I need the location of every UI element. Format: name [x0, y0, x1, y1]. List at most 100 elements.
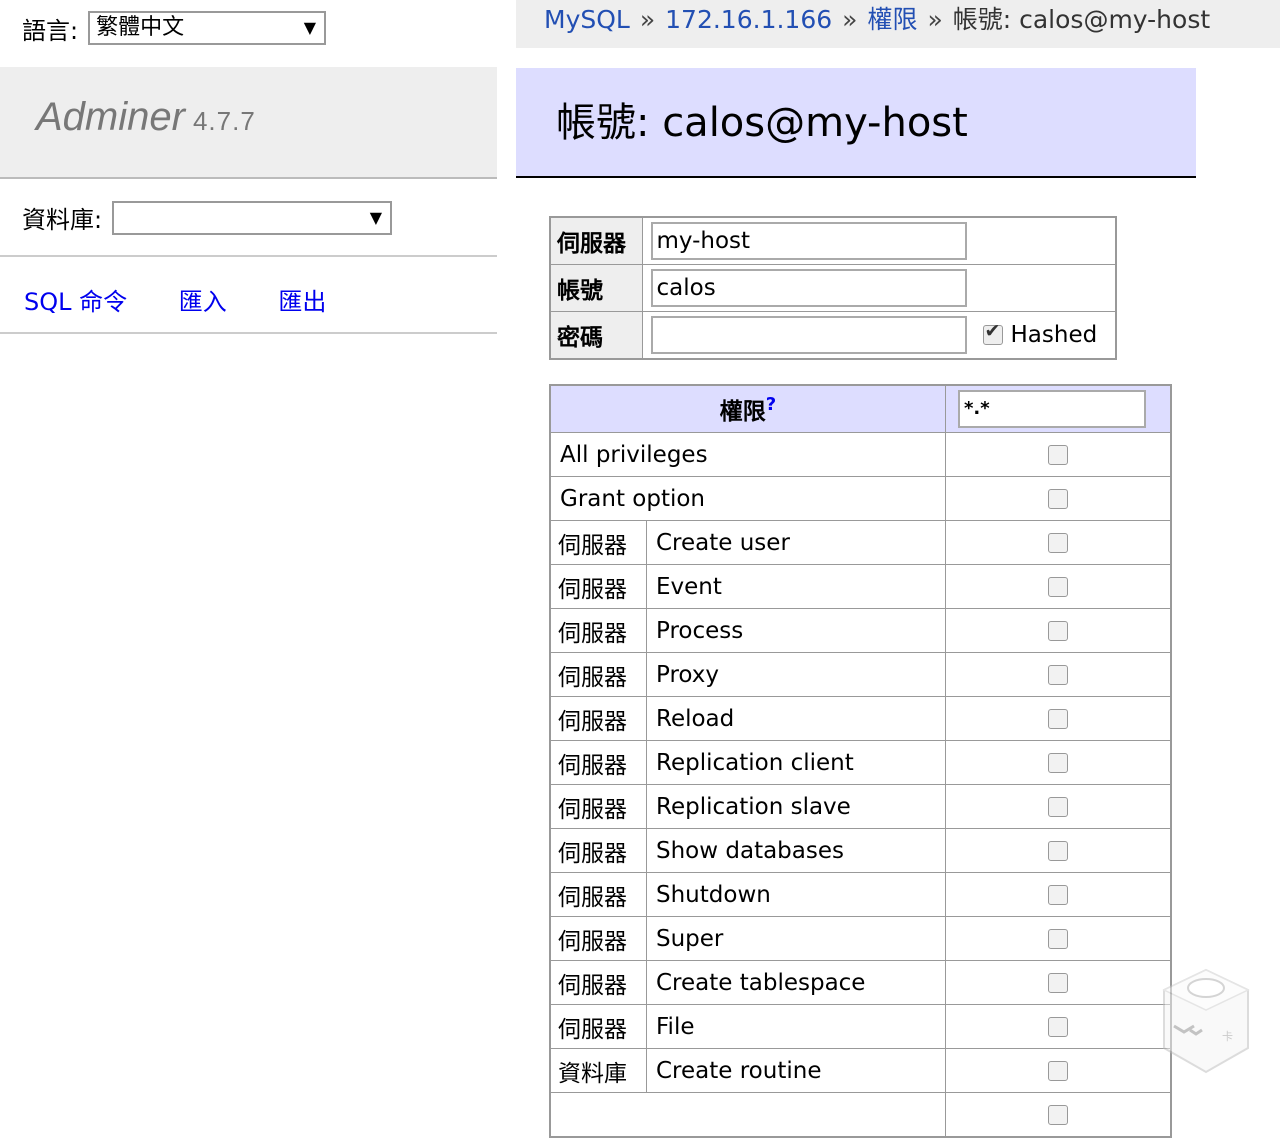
privilege-checkbox[interactable] — [1048, 885, 1068, 905]
privilege-checkbox[interactable] — [1048, 753, 1068, 773]
privilege-checkbox[interactable] — [1048, 445, 1068, 465]
server-label: 伺服器 — [549, 216, 643, 265]
user-input[interactable]: calos — [650, 269, 967, 307]
app-name: Adminer — [36, 95, 185, 139]
chevron-down-icon: ▼ — [303, 18, 317, 37]
object-input[interactable]: *.* — [958, 390, 1146, 428]
breadcrumb-separator: » — [927, 5, 943, 34]
import-link[interactable]: 匯入 — [179, 288, 227, 316]
database-selector: 資料庫: ▼ — [22, 200, 393, 235]
privilege-row — [549, 1092, 1172, 1138]
privilege-context: 伺服器 — [549, 608, 647, 653]
privilege-checkbox-cell — [945, 960, 1172, 1005]
user-cell: calos — [641, 264, 1116, 312]
sql-command-link[interactable]: SQL 命令 — [24, 288, 127, 316]
user-row: 帳號 calos — [549, 264, 1116, 312]
privilege-checkbox-cell — [945, 520, 1172, 565]
privilege-checkbox[interactable] — [1048, 709, 1068, 729]
privilege-name: Create tablespace — [646, 960, 946, 1005]
chevron-down-icon: ▼ — [369, 207, 383, 227]
privilege-row: Grant option — [549, 476, 1172, 521]
privilege-checkbox-cell — [945, 872, 1172, 917]
breadcrumb-driver[interactable]: MySQL — [544, 5, 630, 34]
privilege-checkbox-cell — [945, 1092, 1172, 1138]
privilege-checkbox[interactable] — [1048, 489, 1068, 509]
privilege-name: All privileges — [549, 432, 946, 477]
privilege-row: 伺服器 File — [549, 1004, 1172, 1049]
privilege-row: 伺服器 Replication client — [549, 740, 1172, 785]
privilege-checkbox[interactable] — [1048, 973, 1068, 993]
privilege-context: 伺服器 — [549, 960, 647, 1005]
privilege-name: Replication client — [646, 740, 946, 785]
privilege-checkbox[interactable] — [1048, 533, 1068, 553]
privilege-checkbox[interactable] — [1048, 1017, 1068, 1037]
privileges-table: 權限? *.* All privileges Grant option 伺服器 Cre… — [549, 384, 1172, 1138]
page-title: 帳號: calos@my-host — [516, 68, 1196, 178]
privilege-context: 伺服器 — [549, 740, 647, 785]
privilege-checkbox[interactable] — [1048, 841, 1068, 861]
account-form: 伺服器 my-host 帳號 calos 密碼 Hashed — [549, 216, 1117, 360]
language-label: 語言: — [22, 16, 79, 45]
privilege-name: Grant option — [549, 476, 946, 521]
help-link[interactable]: ? — [766, 394, 776, 415]
breadcrumb-current: 帳號: calos@my-host — [952, 5, 1211, 34]
privilege-checkbox[interactable] — [1048, 1061, 1068, 1081]
breadcrumb-separator: » — [639, 5, 656, 34]
app-version: 4.7.7 — [192, 106, 256, 136]
privilege-context: 伺服器 — [549, 564, 647, 609]
privilege-checkbox[interactable] — [1048, 1105, 1068, 1125]
privilege-checkbox[interactable] — [1048, 621, 1068, 641]
svg-text:卡: 卡 — [1222, 1030, 1233, 1043]
server-cell: my-host — [641, 216, 1116, 265]
privilege-checkbox-cell — [945, 476, 1172, 521]
privilege-row: 伺服器 Replication slave — [549, 784, 1172, 829]
privilege-name: Reload — [646, 696, 946, 741]
privilege-checkbox[interactable] — [1048, 577, 1068, 597]
database-label: 資料庫: — [22, 206, 103, 234]
privilege-row: 伺服器 Super — [549, 916, 1172, 961]
privilege-context: 伺服器 — [549, 696, 647, 741]
hashed-checkbox[interactable] — [982, 320, 1003, 345]
language-select-value: 繁體中文 — [96, 15, 185, 40]
language-select[interactable]: 繁體中文 ▼ — [88, 11, 327, 45]
privilege-name — [549, 1092, 946, 1138]
app-logo-area: Adminer 4.7.7 — [0, 67, 497, 179]
hashed-label: Hashed — [1010, 322, 1098, 348]
privilege-name: File — [646, 1004, 946, 1049]
password-input[interactable] — [650, 316, 967, 354]
privilege-row: 資料庫 Create routine — [549, 1048, 1172, 1093]
language-selector: 語言: 繁體中文 ▼ — [22, 10, 327, 46]
privilege-name: Proxy — [646, 652, 946, 697]
app-logo[interactable]: Adminer 4.7.7 — [36, 95, 256, 140]
privilege-row: 伺服器 Show databases — [549, 828, 1172, 873]
privilege-context: 伺服器 — [549, 872, 647, 917]
privilege-row: All privileges — [549, 432, 1172, 477]
privilege-checkbox-cell — [945, 784, 1172, 829]
breadcrumb-server[interactable]: 172.16.1.166 — [665, 5, 832, 34]
privilege-context: 伺服器 — [549, 520, 647, 565]
privilege-context: 伺服器 — [549, 828, 647, 873]
privilege-checkbox[interactable] — [1048, 797, 1068, 817]
privileges-header-label: 權限 — [719, 399, 766, 425]
privilege-checkbox-cell — [945, 608, 1172, 653]
privilege-row: 伺服器 Process — [549, 608, 1172, 653]
robot-logo-icon: 卡 — [1162, 968, 1250, 1074]
privilege-context: 伺服器 — [549, 784, 647, 829]
privilege-checkbox-cell — [945, 432, 1172, 477]
privilege-checkbox-cell — [945, 696, 1172, 741]
privilege-checkbox-cell — [945, 1004, 1172, 1049]
user-label: 帳號 — [549, 264, 643, 312]
database-select[interactable]: ▼ — [112, 200, 393, 235]
privilege-name: Replication slave — [646, 784, 946, 829]
hashed-option[interactable]: Hashed — [982, 320, 1098, 348]
privilege-checkbox[interactable] — [1048, 665, 1068, 685]
privilege-name: Event — [646, 564, 946, 609]
password-cell: Hashed — [641, 311, 1116, 360]
privilege-checkbox[interactable] — [1048, 929, 1068, 949]
breadcrumb-privileges[interactable]: 權限 — [867, 5, 917, 34]
server-input[interactable]: my-host — [650, 222, 967, 260]
export-link[interactable]: 匯出 — [278, 288, 326, 316]
privilege-checkbox-cell — [945, 828, 1172, 873]
menu-links: SQL 命令 匯入 匯出 — [24, 282, 370, 317]
privilege-name: Create routine — [646, 1048, 946, 1093]
